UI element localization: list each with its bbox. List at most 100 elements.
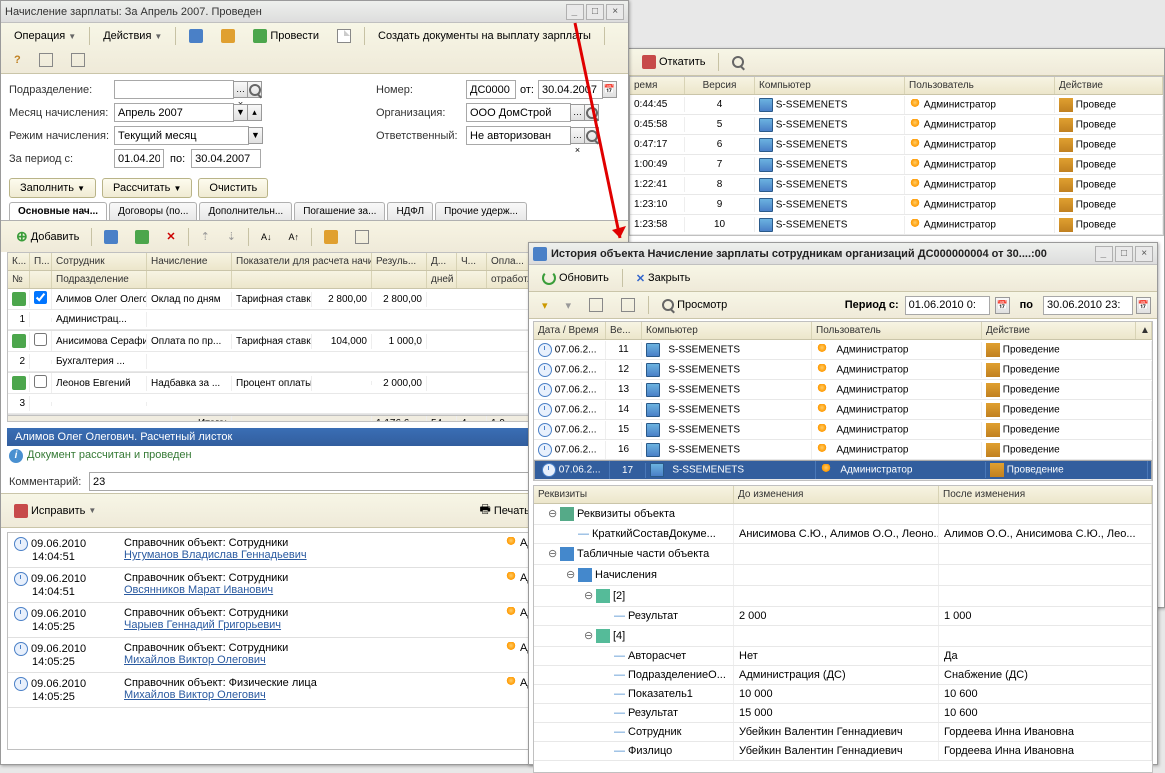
month-dd[interactable]: ▼ [233, 104, 248, 121]
resp-clear[interactable]: …× [570, 127, 585, 144]
table-row[interactable]: ⊖Начисления [534, 565, 1152, 586]
subdiv-pick[interactable] [247, 81, 262, 98]
period-from[interactable] [114, 149, 164, 168]
mode-input[interactable] [114, 126, 249, 145]
month-up[interactable]: ▴ [247, 104, 262, 121]
operation-menu[interactable]: Операция▼ [7, 27, 83, 45]
table-row[interactable]: —Результат2 0001 000 [534, 607, 1152, 626]
tb-icon3[interactable] [330, 26, 358, 46]
table-row[interactable]: 1:23:109 S-SSEMENETS Администратор Прове… [630, 195, 1163, 215]
gtb-misc1[interactable] [317, 227, 345, 247]
table-row[interactable]: —АвторасчетНетДа [534, 647, 1152, 666]
hist-from[interactable] [905, 296, 990, 315]
col-user[interactable]: Пользователь [905, 77, 1055, 94]
gtb-up[interactable]: ⇡ [194, 227, 217, 246]
tb-tree2[interactable] [64, 50, 92, 70]
tab-0[interactable]: Основные нач... [9, 202, 107, 220]
resp-input[interactable] [466, 126, 571, 145]
resp-search[interactable] [584, 127, 599, 144]
table-row[interactable]: 0:44:454 S-SSEMENETS Администратор Прове… [630, 95, 1163, 115]
hist-to-cal[interactable]: 📅 [1136, 297, 1151, 314]
gtb-dn[interactable]: ⇣ [220, 227, 243, 246]
table-row[interactable]: —ПодразделениеО...Администрация (ДС)Снаб… [534, 666, 1152, 685]
view-button[interactable]: Просмотр [655, 296, 734, 314]
tb-tree1[interactable] [32, 50, 60, 70]
filter-btn1[interactable]: ▾ [535, 296, 555, 315]
col-act[interactable]: Действие [1055, 77, 1163, 94]
hist-min[interactable]: _ [1095, 246, 1113, 262]
table-row[interactable]: 07.06.2...13 S-SSEMENETS Администратор П… [534, 380, 1152, 400]
clear-button[interactable]: Очистить [198, 178, 268, 198]
month-input[interactable] [114, 103, 234, 122]
table-row[interactable]: ⊖Реквизиты объекта [534, 504, 1152, 525]
table-row[interactable]: —Показатель110 00010 600 [534, 685, 1152, 704]
org-input[interactable] [466, 103, 571, 122]
org-search[interactable] [584, 104, 599, 121]
add-row-button[interactable]: ⊕Добавить [9, 225, 86, 248]
date-input[interactable] [538, 80, 603, 99]
close-button[interactable]: ✕Закрыть [629, 269, 698, 288]
tab-5[interactable]: Прочие удерж... [435, 202, 527, 220]
table-row[interactable]: 07.06.2...14 S-SSEMENETS Администратор П… [534, 400, 1152, 420]
table-row[interactable]: 07.06.2...16 S-SSEMENETS Администратор П… [534, 440, 1152, 460]
actions-menu[interactable]: Действия▼ [96, 27, 169, 45]
conduct-button[interactable]: Провести [246, 26, 326, 46]
gtb-del[interactable]: ✕ [159, 227, 182, 246]
refresh-button[interactable]: Обновить [535, 268, 616, 288]
table-row[interactable]: 07.06.2...11 S-SSEMENETS Администратор П… [534, 340, 1152, 360]
gtb-2[interactable] [128, 227, 156, 247]
table-row[interactable]: —Результат15 00010 600 [534, 704, 1152, 723]
calc-button[interactable]: Рассчитать ▼ [102, 178, 192, 198]
tb-help[interactable]: ? [7, 51, 28, 69]
table-row[interactable]: ⊖[2] [534, 586, 1152, 607]
table-row[interactable]: ⊖Табличные части объекта [534, 544, 1152, 565]
table-row[interactable]: 07.06.2...15 S-SSEMENETS Администратор П… [534, 420, 1152, 440]
table-row[interactable]: 07.06.2...12 S-SSEMENETS Администратор П… [534, 360, 1152, 380]
bg-view-btn[interactable] [725, 53, 751, 71]
date-cal[interactable]: 📅 [602, 81, 617, 98]
period-to[interactable] [191, 149, 261, 168]
subdiv-clear[interactable]: …× [233, 81, 248, 98]
gtb-misc2[interactable] [348, 227, 376, 247]
settings-btn[interactable] [614, 295, 642, 315]
tb-icon1[interactable] [182, 26, 210, 46]
fix-button[interactable]: Исправить▼ [7, 501, 103, 521]
tab-3[interactable]: Погашение за... [294, 202, 385, 220]
hist-to[interactable] [1043, 296, 1133, 315]
rollback-button[interactable]: Откатить [635, 52, 712, 72]
table-row[interactable]: 0:45:585 S-SSEMENETS Администратор Прове… [630, 115, 1163, 135]
gtb-1[interactable] [97, 227, 125, 247]
minimize-btn[interactable]: _ [566, 4, 584, 20]
subdivision-input[interactable] [114, 80, 234, 99]
table-row[interactable]: 1:22:418 S-SSEMENETS Администратор Прове… [630, 175, 1163, 195]
table-row[interactable]: ⊖[4] [534, 626, 1152, 647]
org-pick[interactable]: … [570, 104, 585, 121]
tb-icon2[interactable] [214, 26, 242, 46]
close-btn[interactable]: × [606, 4, 624, 20]
table-row[interactable]: —КраткийСоставДокуме...Анисимова С.Ю., А… [534, 525, 1152, 544]
col-comp[interactable]: Компьютер [755, 77, 905, 94]
hist-close[interactable]: × [1135, 246, 1153, 262]
gtb-sort2[interactable]: A↑ [282, 229, 307, 245]
tab-1[interactable]: Договоры (по... [109, 202, 197, 220]
table-row[interactable]: 07.06.2...17 S-SSEMENETS Администратор П… [534, 460, 1152, 480]
table-row[interactable]: —СотрудникУбейкин Валентин ГеннадиевичГо… [534, 723, 1152, 742]
table-row[interactable]: 1:00:497 S-SSEMENETS Администратор Прове… [630, 155, 1163, 175]
table-row[interactable]: —ФизлицоУбейкин Валентин ГеннадиевичГорд… [534, 742, 1152, 761]
group-btn[interactable] [582, 295, 610, 315]
hist-from-cal[interactable]: 📅 [995, 297, 1010, 314]
maximize-btn[interactable]: □ [586, 4, 604, 20]
table-row[interactable]: 1:23:5810 S-SSEMENETS Администратор Пров… [630, 215, 1163, 235]
table-row[interactable]: 0:47:176 S-SSEMENETS Администратор Прове… [630, 135, 1163, 155]
col-ver[interactable]: Версия [685, 77, 755, 94]
col-time[interactable]: ремя [630, 77, 685, 94]
tab-2[interactable]: Дополнительн... [199, 202, 292, 220]
create-pay-docs[interactable]: Создать документы на выплату зарплаты [371, 27, 598, 45]
filter-btn2[interactable]: ▾ [559, 296, 579, 315]
hist-max[interactable]: □ [1115, 246, 1133, 262]
gtb-sort1[interactable]: A↓ [254, 229, 279, 245]
mode-dd[interactable]: ▼ [248, 127, 263, 144]
fill-button[interactable]: Заполнить ▼ [9, 178, 96, 198]
number-input[interactable] [466, 80, 516, 99]
tab-4[interactable]: НДФЛ [387, 202, 433, 220]
